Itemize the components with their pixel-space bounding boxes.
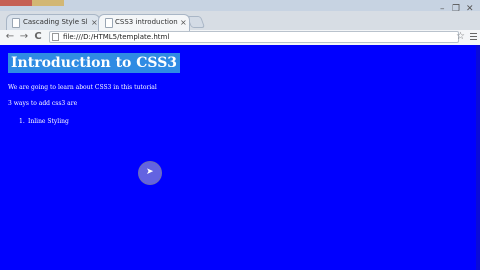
ways-paragraph: 3 ways to add css3 are — [8, 100, 78, 107]
taskbar-snippet-2 — [32, 0, 64, 6]
page-icon — [12, 18, 20, 28]
tab-title: CSS3 introduction — [115, 18, 178, 26]
tab-cascading-style-sheets[interactable]: Cascading Style Sheets (C × — [6, 14, 100, 31]
mouse-cursor-icon: ➤ — [146, 167, 154, 177]
menu-icon[interactable] — [470, 31, 478, 43]
list-item: Inline Styling — [28, 118, 69, 125]
minimize-button[interactable]: – — [440, 5, 445, 14]
restore-button[interactable]: ❐ — [452, 5, 460, 14]
bookmark-star-icon[interactable]: ☆ — [456, 31, 465, 43]
reload-icon[interactable]: C — [32, 31, 44, 43]
page-viewport — [0, 45, 480, 270]
page-icon — [52, 33, 59, 41]
tab-css3-introduction[interactable]: CSS3 introduction × — [98, 14, 190, 31]
url-text[interactable]: file:///D:/HTML5/template.html — [63, 31, 169, 43]
tab-close-icon[interactable]: × — [91, 17, 98, 28]
list-item-number: 1. — [19, 118, 25, 125]
page-heading: Introduction to CSS3 — [8, 53, 181, 73]
forward-arrow-icon[interactable]: → — [18, 31, 30, 43]
intro-paragraph: We are going to learn about CSS3 in this… — [8, 84, 157, 91]
tab-title: Cascading Style Sheets (C — [23, 18, 87, 26]
tab-close-icon[interactable]: × — [180, 17, 187, 28]
close-window-button[interactable]: ✕ — [466, 5, 474, 14]
page-icon — [105, 18, 113, 28]
window-titlebar — [0, 0, 480, 11]
back-arrow-icon[interactable]: ← — [4, 31, 16, 43]
taskbar-snippet — [0, 0, 32, 6]
page-scrollbar[interactable] — [476, 45, 480, 270]
